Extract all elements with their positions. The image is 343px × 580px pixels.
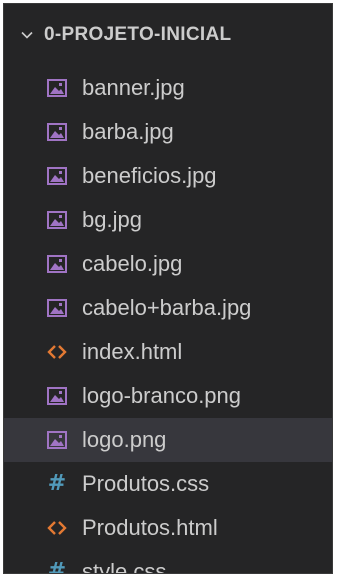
file-name: logo.png <box>82 427 167 452</box>
file-name: Produtos.html <box>82 515 218 540</box>
file-item-logo-branco-png[interactable]: logo-branco.png <box>4 374 332 418</box>
css-file-icon: # <box>47 471 67 496</box>
html-file-icon <box>46 341 68 363</box>
file-item-index-html[interactable]: index.html <box>4 330 332 374</box>
file-item-cabelo-jpg[interactable]: cabelo.jpg <box>4 242 332 286</box>
folder-name: 0-PROJETO-INICIAL <box>44 24 232 45</box>
file-item-produtos-html[interactable]: Produtos.html <box>4 506 332 550</box>
image-file-icon <box>46 165 68 187</box>
image-file-icon <box>46 77 68 99</box>
image-file-icon <box>46 209 68 231</box>
image-file-icon <box>46 297 68 319</box>
file-name: style.css <box>82 559 167 574</box>
file-name: cabelo+barba.jpg <box>82 295 252 320</box>
file-item-style-css[interactable]: # style.css <box>4 550 332 574</box>
file-item-cabelo-barba-jpg[interactable]: cabelo+barba.jpg <box>4 286 332 330</box>
file-name: cabelo.jpg <box>82 251 183 276</box>
file-name: Produtos.css <box>82 471 210 496</box>
file-name: banner.jpg <box>82 75 185 100</box>
css-file-icon: # <box>47 559 67 574</box>
file-list: banner.jpg barba.jpg beneficios.jpg bg.j… <box>4 66 332 574</box>
image-file-icon <box>46 121 68 143</box>
file-item-logo-png[interactable]: logo.png <box>4 418 332 462</box>
file-item-barba-jpg[interactable]: barba.jpg <box>4 110 332 154</box>
file-item-beneficios-jpg[interactable]: beneficios.jpg <box>4 154 332 198</box>
file-item-banner-jpg[interactable]: banner.jpg <box>4 66 332 110</box>
explorer-panel: 0-PROJETO-INICIAL banner.jpg barba.jpg b… <box>3 3 333 574</box>
html-file-icon <box>46 517 68 539</box>
image-file-icon <box>46 253 68 275</box>
file-name: barba.jpg <box>82 119 174 144</box>
file-name: beneficios.jpg <box>82 163 217 188</box>
image-file-icon <box>46 385 68 407</box>
image-file-icon <box>46 429 68 451</box>
folder-header[interactable]: 0-PROJETO-INICIAL <box>4 4 332 66</box>
file-name: index.html <box>82 339 183 364</box>
file-name: bg.jpg <box>82 207 142 232</box>
file-item-bg-jpg[interactable]: bg.jpg <box>4 198 332 242</box>
file-item-produtos-css[interactable]: # Produtos.css <box>4 462 332 506</box>
chevron-down-icon <box>18 26 36 44</box>
file-name: logo-branco.png <box>82 383 242 408</box>
